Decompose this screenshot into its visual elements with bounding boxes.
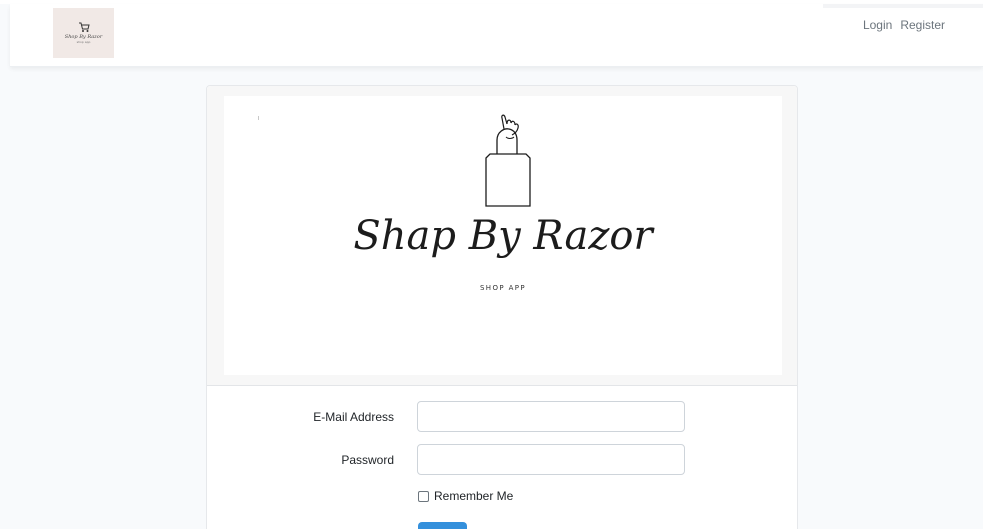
email-label: E-Mail Address [313, 410, 394, 424]
cart-icon [78, 22, 90, 32]
login-link[interactable]: Login [863, 18, 892, 32]
password-label: Password [341, 453, 394, 467]
register-link[interactable]: Register [900, 18, 945, 32]
card-header: Shap By Razor SHOP APP [207, 86, 797, 386]
remember-checkbox[interactable] [418, 490, 429, 502]
shop-logo-banner: Shap By Razor SHOP APP [224, 96, 782, 375]
navbar: Shop By Razor shop app Login Register [10, 4, 983, 67]
logo-title: Shap By Razor [353, 213, 653, 259]
email-field[interactable] [417, 401, 685, 432]
shopping-bag-icon [485, 114, 531, 207]
remember-label: Remember Me [434, 489, 514, 503]
remember-me[interactable]: Remember Me [418, 489, 513, 503]
logo-subtitle: SHOP APP [479, 284, 527, 292]
password-field[interactable] [417, 444, 685, 475]
login-button[interactable] [418, 522, 467, 529]
logo-speck [258, 116, 259, 120]
nav-links: Login Register [863, 18, 945, 32]
brand-tagline: shop app [76, 40, 91, 44]
login-card: Shap By Razor SHOP APP E-Mail Address Pa… [206, 85, 798, 529]
navbar-shade [823, 4, 983, 8]
brand-logo[interactable]: Shop By Razor shop app [53, 8, 114, 58]
